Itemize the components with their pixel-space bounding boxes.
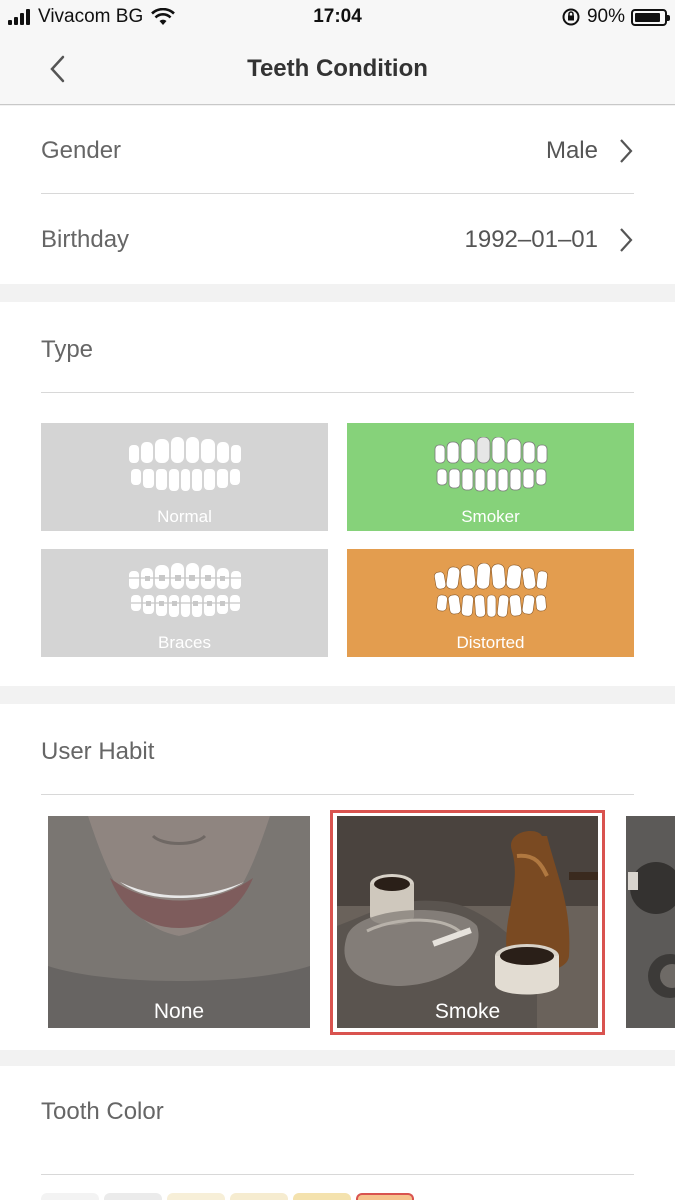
- battery-icon: [631, 8, 670, 26]
- birthday-value: 1992–01–01: [464, 225, 598, 253]
- chevron-right-icon: [620, 227, 633, 252]
- type-label: Braces: [158, 633, 211, 652]
- coffee-ashtray-photo: [337, 816, 598, 1028]
- status-bar: Vivacom BG 17:04 90%: [0, 0, 675, 34]
- page-title: Teeth Condition: [247, 55, 428, 82]
- teeth-normal-icon: [129, 437, 241, 491]
- habit-label: Smoke: [434, 1000, 501, 1023]
- gender-value: Male: [545, 136, 598, 164]
- divider: [41, 794, 634, 795]
- teeth-distorted-icon: [434, 563, 548, 618]
- tooth-color-title: Tooth Color: [41, 1098, 164, 1125]
- tooth-color-swatch[interactable]: [104, 1193, 162, 1200]
- birthday-label: Birthday: [41, 225, 130, 253]
- type-title: Type: [41, 336, 94, 363]
- tooth-color-swatch[interactable]: [167, 1193, 225, 1200]
- birthday-row[interactable]: Birthday 1992–01–01: [41, 195, 634, 284]
- divider: [41, 392, 634, 393]
- gender-label: Gender: [41, 136, 122, 164]
- habit-card-smoke[interactable]: Smoke: [337, 816, 598, 1028]
- teeth-braces-icon: [129, 563, 241, 617]
- teeth-smoker-icon: [434, 437, 548, 492]
- nav-bar: Teeth Condition: [0, 34, 675, 105]
- divider: [41, 1174, 634, 1175]
- type-tile-smoker[interactable]: Smoker: [347, 423, 634, 531]
- status-right: 90%: [561, 6, 670, 28]
- tooth-color-section: Tooth Color: [0, 1066, 675, 1200]
- type-label: Distorted: [456, 633, 525, 652]
- profile-section: Gender Male Birthday 1992–01–01: [0, 106, 675, 284]
- battery-percent: 90%: [586, 6, 625, 27]
- habit-label: None: [153, 1000, 205, 1023]
- type-tile-normal[interactable]: Normal: [41, 423, 328, 531]
- habit-card-partial[interactable]: [626, 816, 675, 1028]
- type-tile-distorted[interactable]: Distorted: [347, 549, 634, 657]
- tooth-color-swatch[interactable]: [293, 1193, 351, 1200]
- tooth-color-swatch-selected[interactable]: [356, 1193, 414, 1200]
- habit-photo-partial: [626, 816, 675, 1028]
- divider: [41, 193, 634, 194]
- habit-title: User Habit: [41, 738, 155, 765]
- tooth-color-swatch[interactable]: [41, 1193, 99, 1200]
- type-tile-braces[interactable]: Braces: [41, 549, 328, 657]
- orientation-lock-icon: [562, 8, 580, 26]
- type-label: Smoker: [461, 507, 520, 526]
- habit-card-none[interactable]: None: [48, 816, 310, 1028]
- tooth-color-swatch[interactable]: [230, 1193, 288, 1200]
- chevron-right-icon: [620, 138, 633, 163]
- type-label: Normal: [157, 507, 212, 526]
- smiling-face-photo: [48, 816, 310, 1028]
- gender-row[interactable]: Gender Male: [41, 106, 634, 195]
